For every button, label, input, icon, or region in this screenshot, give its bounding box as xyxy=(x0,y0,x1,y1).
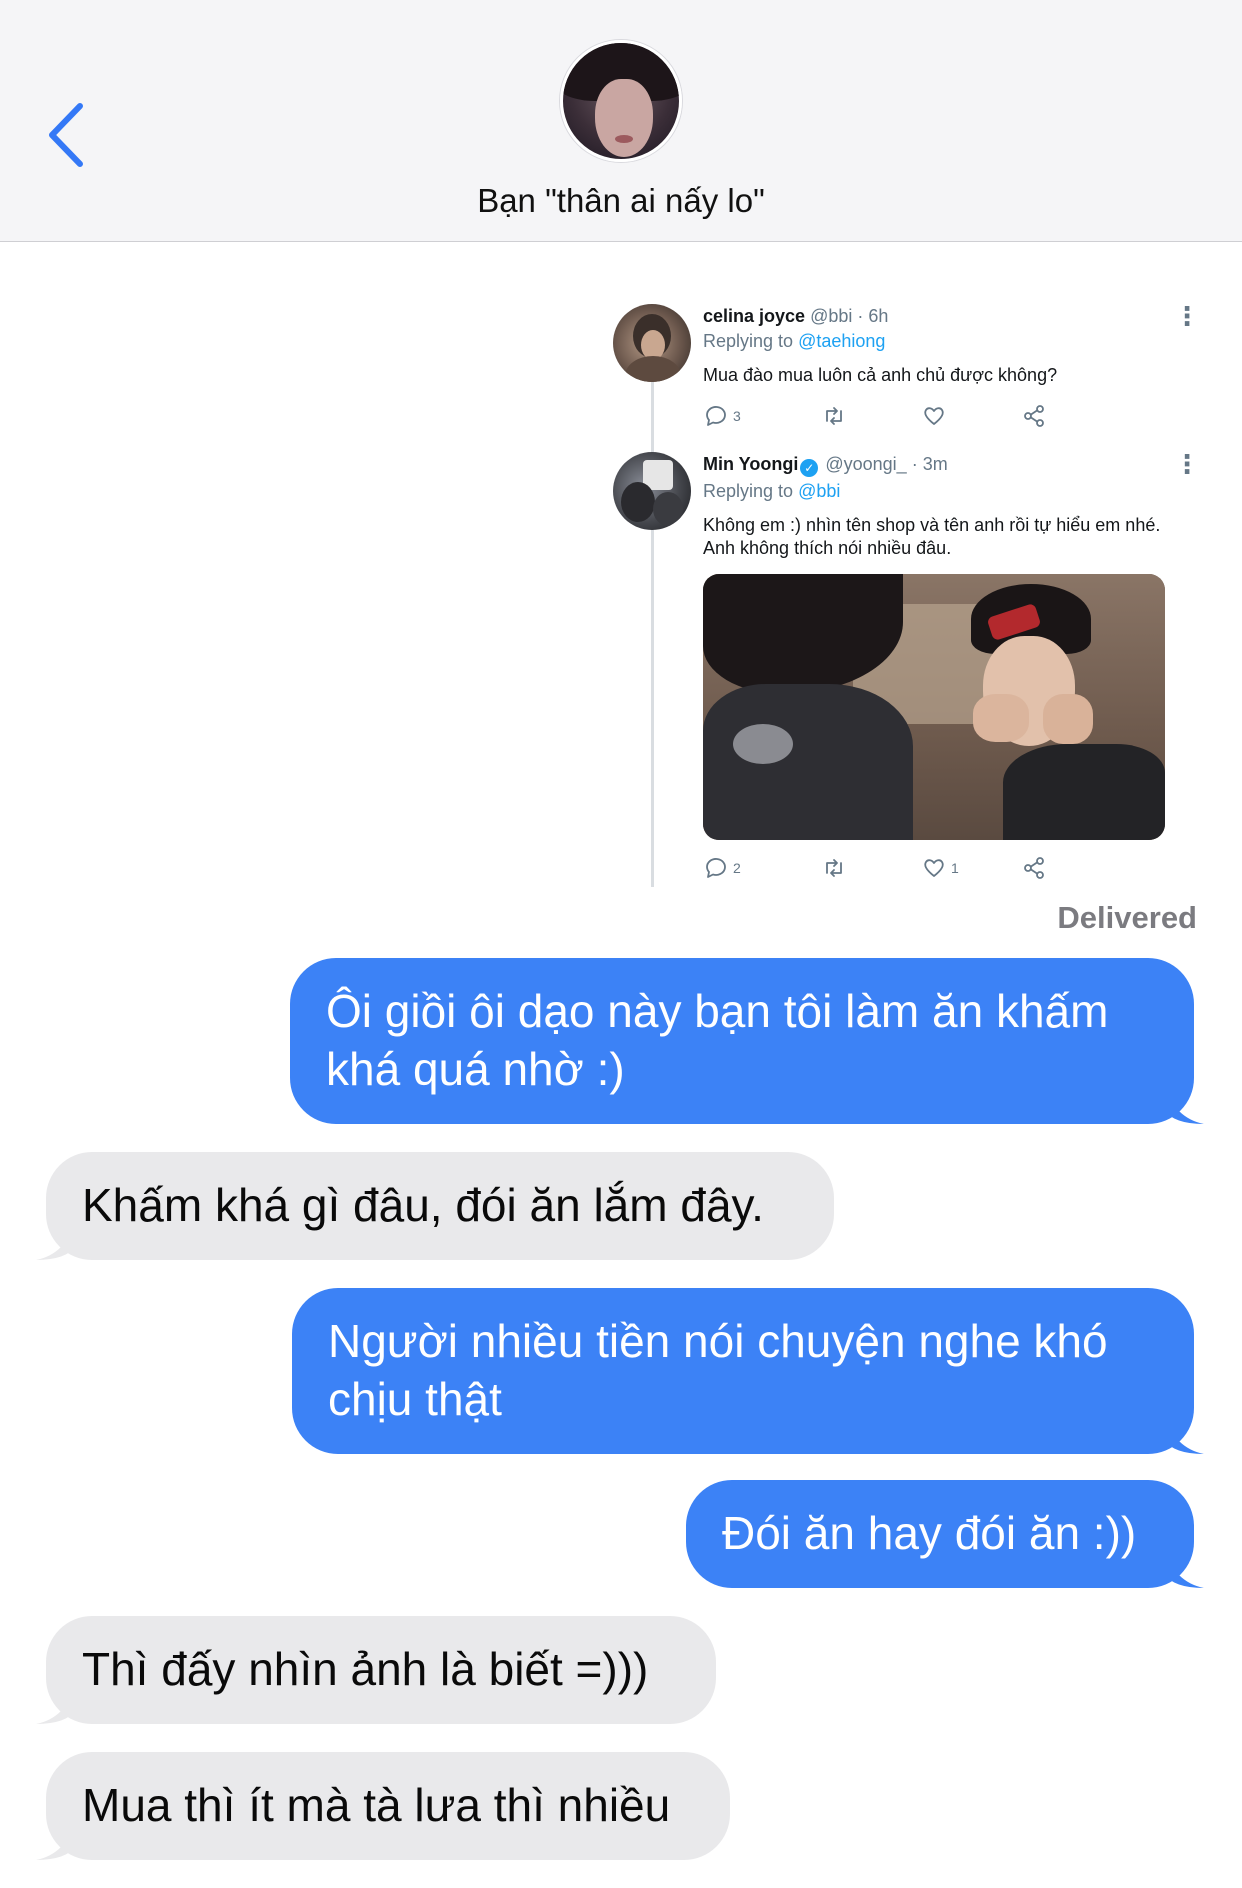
tweet-avatar xyxy=(613,304,691,382)
reply-icon xyxy=(706,406,726,426)
bubble-tail xyxy=(1164,1548,1204,1588)
retweet-icon xyxy=(826,407,842,425)
tweet-text: Không em :) nhìn tên shop và tên anh rồi… xyxy=(703,515,1161,558)
heart-icon xyxy=(924,407,944,425)
tweet-avatar xyxy=(613,452,691,530)
contact-avatar[interactable] xyxy=(560,40,682,162)
sent-message-bubble[interactable]: Ôi giồi ôi dạo này bạn tôi làm ăn khấm k… xyxy=(290,958,1204,1124)
received-message-bubble[interactable]: Mua thì ít mà tà lưa thì nhiều xyxy=(36,1752,730,1860)
tweet-actions: 3 xyxy=(703,402,1103,432)
tweet-handle: @bbi xyxy=(810,306,853,326)
reply-mention[interactable]: @taehiong xyxy=(798,331,885,351)
share-button[interactable] xyxy=(1021,402,1051,430)
reply-icon xyxy=(706,858,726,878)
message-text: Khấm khá gì đâu, đói ăn lắm đây. xyxy=(82,1179,764,1231)
retweet-button[interactable] xyxy=(821,854,851,882)
more-options-icon[interactable]: ⋮ xyxy=(1172,451,1202,484)
replying-label: Replying to xyxy=(703,331,794,351)
message-text: Đói ăn hay đói ăn :)) xyxy=(722,1507,1137,1559)
tweet-author-name[interactable]: Min Yoongi xyxy=(703,454,798,474)
chevron-left-icon xyxy=(49,103,83,167)
share-icon xyxy=(1024,857,1044,879)
share-icon xyxy=(1024,405,1044,427)
delivered-status: Delivered xyxy=(1057,900,1197,935)
tweet-dot: · xyxy=(911,454,918,474)
message-text: Ôi giồi ôi dạo này bạn tôi làm ăn khấm k… xyxy=(326,985,1109,1095)
message-text: Thì đấy nhìn ảnh là biết =))) xyxy=(82,1643,649,1695)
tweet-actions: 2 1 xyxy=(703,854,1103,884)
share-button[interactable] xyxy=(1021,854,1051,882)
tweet-author-name[interactable]: celina joyce xyxy=(703,306,805,326)
received-message-bubble[interactable]: Khấm khá gì đâu, đói ăn lắm đây. xyxy=(36,1152,834,1260)
tweet-dot: · xyxy=(857,306,864,326)
contact-name[interactable]: Bạn "thân ai nấy lo" xyxy=(0,182,1242,220)
like-count: 1 xyxy=(951,860,959,876)
tweet-content: celina joyce @bbi · 6h Replying to @taeh… xyxy=(703,306,1173,387)
retweet-button[interactable] xyxy=(821,402,851,430)
tweet-time: 6h xyxy=(868,306,889,326)
verified-badge-icon: ✓ xyxy=(800,459,819,477)
received-message-bubble[interactable]: Thì đấy nhìn ảnh là biết =))) xyxy=(36,1616,716,1724)
reply-button[interactable]: 3 xyxy=(703,402,741,430)
like-button[interactable]: 1 xyxy=(921,854,959,882)
tweet-photo[interactable] xyxy=(703,574,1165,840)
retweet-icon xyxy=(826,859,842,877)
shared-tweet-screenshot[interactable]: celina joyce @bbi · 6h Replying to @taeh… xyxy=(608,282,1202,892)
message-text: Mua thì ít mà tà lưa thì nhiều xyxy=(82,1779,671,1831)
reply-mention[interactable]: @bbi xyxy=(798,481,840,501)
more-options-icon[interactable]: ⋮ xyxy=(1172,303,1202,336)
tweet-content: Min Yoongi ✓ @yoongi_ · 3m Replying to @b… xyxy=(703,454,1173,560)
tweet-text: Mua đào mua luôn cả anh chủ được không? xyxy=(703,365,1058,385)
reply-button[interactable]: 2 xyxy=(703,854,741,882)
tweet-time: 3m xyxy=(922,454,948,474)
bubble-tail xyxy=(1164,1414,1204,1454)
sent-message-bubble[interactable]: Người nhiều tiền nói chuyện nghe khó chị… xyxy=(292,1288,1204,1454)
sent-message-bubble[interactable]: Đói ăn hay đói ăn :)) xyxy=(686,1480,1204,1588)
reply-count: 3 xyxy=(733,408,741,424)
heart-icon xyxy=(924,859,944,877)
bubble-tail xyxy=(36,1220,76,1260)
conversation-header: Bạn "thân ai nấy lo" xyxy=(0,0,1242,242)
tweet-handle: @yoongi_ xyxy=(825,454,907,474)
like-button[interactable] xyxy=(921,402,951,430)
back-button[interactable] xyxy=(42,100,92,170)
replying-label: Replying to xyxy=(703,481,794,501)
reply-count: 2 xyxy=(733,860,741,876)
message-text: Người nhiều tiền nói chuyện nghe khó chị… xyxy=(328,1315,1108,1425)
bubble-tail xyxy=(36,1684,76,1724)
bubble-tail xyxy=(36,1820,76,1860)
bubble-tail xyxy=(1164,1084,1204,1124)
